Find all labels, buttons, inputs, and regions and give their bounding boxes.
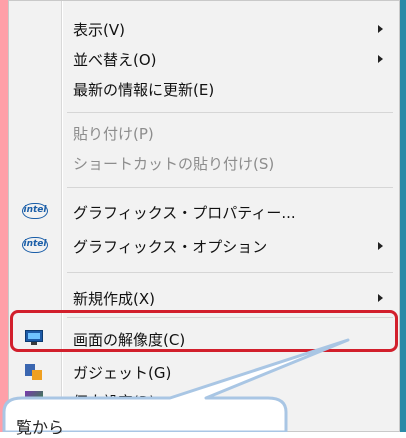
- submenu-arrow-icon: [378, 242, 383, 250]
- intel-logo-icon: intel: [22, 237, 48, 253]
- menu-item-graphics-properties[interactable]: intel グラフィックス・プロパティー...: [9, 198, 399, 226]
- menu-item-paste-shortcut[interactable]: ショートカットの貼り付け(S): [9, 149, 399, 177]
- menu-item-label: 表示(V): [73, 21, 125, 39]
- menu-item-label: 個人設定(R): [73, 393, 156, 411]
- menu-item-label: 並べ替え(O): [73, 51, 157, 69]
- intel-logo-icon: intel: [22, 203, 48, 219]
- submenu-arrow-icon: [378, 294, 383, 302]
- menu-item-label: グラフィックス・オプション: [73, 238, 268, 256]
- menu-item-label: 貼り付け(P): [73, 125, 154, 143]
- menu-item-label: ショートカットの貼り付け(S): [73, 155, 275, 173]
- menu-separator: [67, 187, 393, 188]
- menu-item-label: 新規作成(X): [73, 290, 155, 308]
- menu-item-personalize[interactable]: 個人設定(R): [9, 387, 399, 415]
- menu-item-paste[interactable]: 貼り付け(P): [9, 119, 399, 147]
- menu-separator: [67, 112, 393, 113]
- menu-separator: [67, 272, 393, 273]
- menu-item-graphics-options[interactable]: intel グラフィックス・オプション: [9, 232, 399, 260]
- menu-item-new[interactable]: 新規作成(X): [9, 284, 399, 312]
- desktop-context-menu: 表示(V) 並べ替え(O) 最新の情報に更新(E) 貼り付け(P) ショートカッ…: [8, 0, 400, 433]
- menu-item-gadgets[interactable]: ガジェット(G): [9, 358, 399, 386]
- submenu-arrow-icon: [378, 25, 383, 33]
- personalize-icon: [25, 391, 43, 405]
- highlight-box: [10, 310, 398, 352]
- callout-text: 覧から: [16, 418, 65, 437]
- submenu-arrow-icon: [378, 55, 383, 63]
- menu-item-refresh[interactable]: 最新の情報に更新(E): [9, 75, 399, 103]
- menu-item-label: 最新の情報に更新(E): [73, 81, 215, 99]
- gadget-icon: [25, 364, 43, 380]
- menu-item-label: ガジェット(G): [73, 364, 172, 382]
- desktop-background-right: [400, 0, 406, 432]
- menu-item-sort-by[interactable]: 並べ替え(O): [9, 45, 399, 73]
- desktop-background-left: [0, 0, 8, 432]
- menu-item-view[interactable]: 表示(V): [9, 15, 399, 43]
- menu-item-label: グラフィックス・プロパティー...: [73, 204, 296, 222]
